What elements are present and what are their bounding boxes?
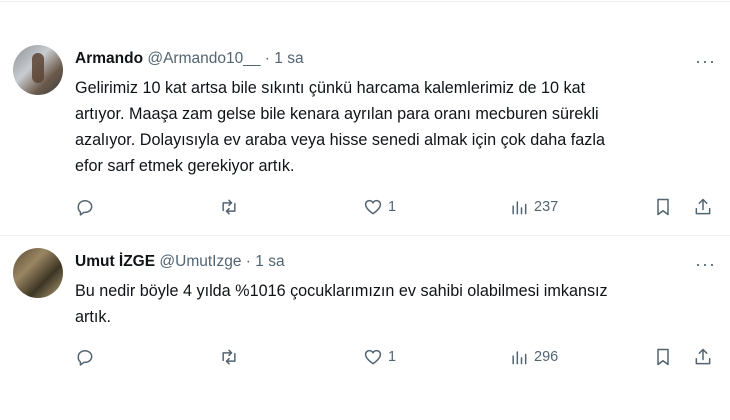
retweet-button[interactable] [219,195,239,219]
views-button[interactable]: 237 [509,195,558,219]
action-bar: 1 237 [75,195,715,219]
retweet-icon [222,349,236,365]
views-button[interactable]: 296 [509,345,558,369]
tweet-header: Armando @Armando10__ · 1 sa [75,50,304,68]
reply-button[interactable] [75,195,95,219]
reply-icon [77,200,93,216]
share-button[interactable] [693,195,713,219]
display-name[interactable]: Umut İZGE [75,253,155,270]
views-chart-icon [512,201,527,215]
bookmark-button[interactable] [653,345,673,369]
tweet-text-line: Gelirimiz 10 kat artsa bile sıkıntı çünk… [75,79,586,97]
retweet-button[interactable] [219,345,239,369]
more-options-icon[interactable]: ··· [695,255,716,273]
timestamp[interactable]: 1 sa [274,50,303,67]
action-bar: 1 296 [75,345,715,369]
tweet-text: Bu nedir böyle 4 yılda %1016 çocuklarımı… [75,278,715,330]
bookmark-icon [657,198,669,216]
retweet-icon [222,199,236,215]
like-count: 1 [388,199,397,215]
timestamp[interactable]: 1 sa [255,253,284,270]
views-chart-icon [512,351,527,365]
share-button[interactable] [693,345,713,369]
separator-dot: · [245,253,251,270]
separator-dot: · [264,50,270,67]
tweet-text-line: Bu nedir böyle 4 yılda %1016 çocuklarımı… [75,282,608,300]
tweet-text-line: artık. [75,308,111,326]
share-icon [695,198,711,215]
heart-icon [364,199,382,215]
tweet-umut[interactable]: Umut İZGE @UmutIzge · 1 sa ··· Bu nedir … [0,235,730,420]
tweet-text-line: azalıyor. Dolayısıyla ev araba veya hiss… [75,131,605,149]
user-handle[interactable]: @UmutIzge [159,253,241,270]
user-handle[interactable]: @Armando10__ [147,50,260,67]
tweet-armando[interactable]: Armando @Armando10__ · 1 sa ··· Gelirimi… [0,0,730,235]
like-button[interactable]: 1 [363,195,396,219]
tweet-text-line: efor sarf etmek gerekiyor artık. [75,157,295,175]
display-name[interactable]: Armando [75,50,143,67]
tweet-text-line: artıyor. Maaşa zam gelse bile kenara ayr… [75,105,599,123]
heart-icon [364,349,382,365]
share-icon [695,348,711,365]
bookmark-button[interactable] [653,195,673,219]
reply-icon [77,350,93,366]
reply-button[interactable] [75,345,95,369]
view-count: 296 [534,349,559,365]
tweet-text: Gelirimiz 10 kat artsa bile sıkıntı çünk… [75,75,715,179]
more-options-icon[interactable]: ··· [695,52,716,70]
bookmark-icon [657,348,669,366]
view-count: 237 [534,199,559,215]
avatar[interactable] [13,45,63,95]
tweet-header: Umut İZGE @UmutIzge · 1 sa [75,253,285,271]
avatar[interactable] [13,248,63,298]
like-button[interactable]: 1 [363,345,396,369]
like-count: 1 [388,349,397,365]
